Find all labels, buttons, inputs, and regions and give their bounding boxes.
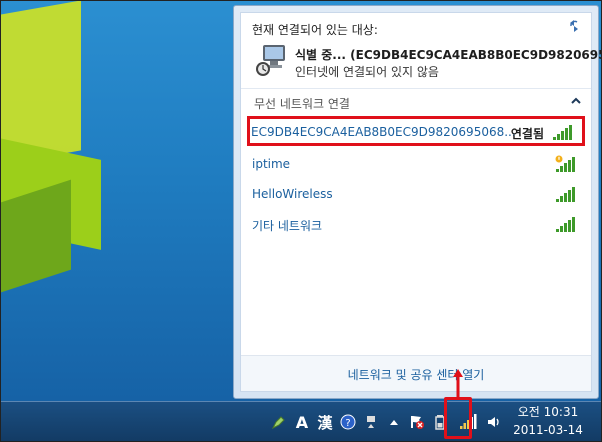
network-computer-icon	[256, 45, 285, 76]
refresh-icon[interactable]	[565, 17, 583, 35]
wireless-section-header[interactable]: 무선 네트워크 연결	[241, 88, 591, 114]
wifi-item-label: EC9DB4EC9CA4EAB8B0EC9D9820695068...	[251, 125, 516, 139]
network-flyout: 현재 연결되어 있는 대상: 식별 중... (EC9DB4EC9CA4EAB8…	[233, 5, 601, 399]
ime-options-icon[interactable]	[361, 412, 381, 432]
wireless-section-title: 무선 네트워크 연결	[254, 97, 350, 111]
ime-pen-icon[interactable]	[269, 412, 289, 432]
wifi-item-label: HelloWireless	[252, 187, 333, 201]
wifi-item-connected[interactable]: EC9DB4EC9CA4EAB8B0EC9D9820695068... 연결됨	[247, 116, 585, 146]
show-hidden-icons-arrow[interactable]	[384, 412, 404, 432]
signal-unsecured-icon	[555, 155, 575, 172]
current-network: 식별 중... (EC9DB4EC9CA4EAB8B0EC9D982069506…	[255, 43, 601, 83]
clock-time: 오전 10:31	[517, 405, 579, 419]
help-icon[interactable]: ?	[338, 412, 358, 432]
current-network-status: 인터넷에 연결되어 있지 않음	[295, 65, 439, 79]
wifi-item-label: 기타 네트워크	[252, 219, 323, 233]
wifi-item-label: iptime	[252, 157, 291, 171]
open-network-center-link[interactable]: 네트워크 및 공유 센터 열기	[241, 366, 591, 383]
annotation-arrow-icon	[453, 369, 463, 399]
flyout-body: 현재 연결되어 있는 대상: 식별 중... (EC9DB4EC9CA4EAB8…	[240, 12, 601, 392]
current-connection-header: 현재 연결되어 있는 대상:	[252, 23, 378, 37]
wifi-connected-status: 연결됨	[510, 127, 544, 141]
wifi-item-iptime[interactable]: iptime	[241, 151, 591, 177]
chevron-up-icon[interactable]	[571, 97, 581, 105]
current-network-name: 식별 중... (EC9DB4EC9CA4EAB8B0EC9D982069506…	[295, 48, 601, 62]
ime-mode-a[interactable]: A	[292, 412, 312, 432]
wifi-item-hellowireless[interactable]: HelloWireless	[241, 181, 591, 207]
taskbar-clock[interactable]: 오전 10:31 2011-03-14	[509, 403, 587, 439]
clock-date: 2011-03-14	[513, 423, 583, 437]
signal-strength-icon	[556, 187, 575, 202]
screenshot-frame: 현재 연결되어 있는 대상: 식별 중... (EC9DB4EC9CA4EAB8…	[0, 0, 602, 442]
signal-strength-icon	[553, 125, 572, 140]
volume-icon[interactable]	[484, 412, 504, 432]
tray-highlight-box	[444, 397, 472, 439]
flyout-footer: 네트워크 및 공유 센터 열기	[241, 355, 591, 391]
signal-strength-icon	[556, 217, 575, 232]
ime-hanja[interactable]: 漢	[315, 412, 335, 432]
svg-text:?: ?	[345, 418, 350, 429]
action-center-flag-icon[interactable]	[407, 412, 427, 432]
wifi-item-other-networks[interactable]: 기타 네트워크	[241, 211, 591, 237]
